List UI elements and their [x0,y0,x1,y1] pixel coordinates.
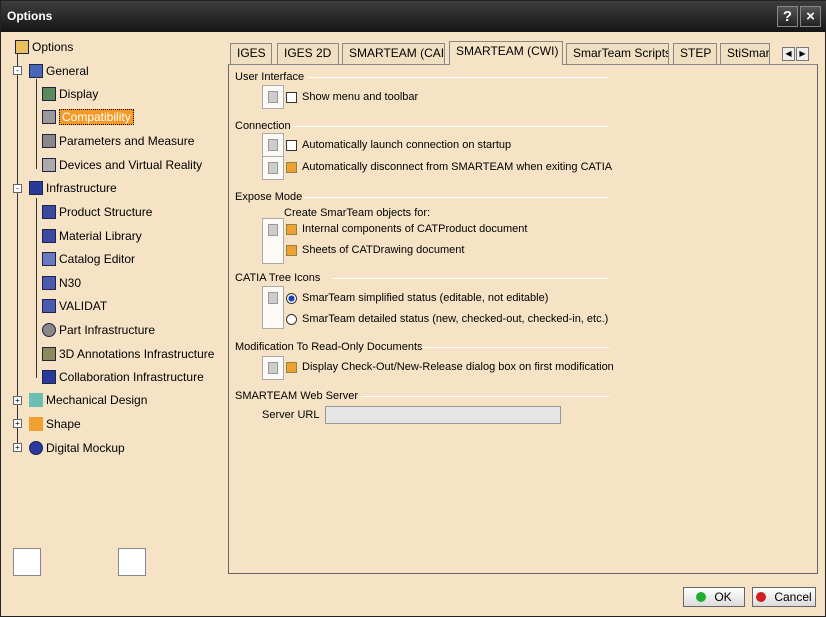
checkbox[interactable] [286,91,297,103]
tree-item-parameters[interactable]: Parameters and Measure [42,132,194,150]
help-button[interactable]: ? [777,6,798,27]
tree-item-general[interactable]: General [29,62,89,80]
tab-panel: User Interface Show menu and toolbar Con… [228,64,818,574]
options-content: IGES IGES 2D SMARTEAM (CAI) SMARTEAM (CW… [228,38,818,574]
server-url-label: Server URL [262,409,320,421]
tree-item-3d-annotations[interactable]: 3D Annotations Infrastructure [42,345,214,363]
tree-item-display[interactable]: Display [42,85,98,103]
option-internal-components[interactable]: Internal components of CATProduct docume… [286,223,527,235]
expand-toggle-mechanical[interactable]: + [13,396,22,405]
gear-icon [42,323,56,337]
tab-iges-2d[interactable]: IGES 2D [277,43,339,64]
option-sheets[interactable]: Sheets of CATDrawing document [286,244,464,256]
devices-icon [42,158,56,172]
close-button[interactable]: × [800,6,821,27]
validat-icon [42,299,56,313]
checkbox[interactable] [286,139,297,151]
tree-item-infrastructure[interactable]: Infrastructure [29,179,117,197]
window-title: Options [7,9,53,23]
section-tree-icons-title: CATIA Tree Icons [235,272,321,284]
tab-smarteam-cai[interactable]: SMARTEAM (CAI) [342,43,445,64]
tree-item-compatibility[interactable]: Compatibility [42,108,134,126]
title-bar: Options ? × [1,1,826,32]
ok-button[interactable]: OK [683,587,745,607]
expand-toggle-shape[interactable]: + [13,419,22,428]
ok-icon [696,592,707,602]
display-icon [42,87,56,101]
lock-icon[interactable] [262,286,284,329]
server-url-input[interactable] [325,406,561,424]
options-dialog: Options ? × Options - General Display Co… [0,0,826,617]
section-web-server-title: SMARTEAM Web Server [235,390,359,402]
collapse-toggle-general[interactable]: - [13,66,22,75]
general-icon [29,64,43,78]
lock-icon[interactable] [262,85,284,109]
compatibility-icon [42,110,56,124]
option-auto-launch[interactable]: Automatically launch connection on start… [286,139,511,151]
digital-mockup-icon [29,441,43,455]
option-auto-disconnect[interactable]: Automatically disconnect from SMARTEAM w… [286,161,612,173]
export-options-icon[interactable] [118,548,146,576]
product-structure-icon [42,205,56,219]
checkbox-checked[interactable] [286,361,297,373]
tree-item-shape[interactable]: Shape [29,415,81,433]
tab-smarteam-scripts[interactable]: SmarTeam Scripts [566,43,669,64]
collaboration-icon [42,370,56,384]
tree-item-digital-mockup[interactable]: Digital Mockup [29,439,125,457]
tree-item-material-library[interactable]: Material Library [42,227,142,245]
expose-subtitle: Create SmarTeam objects for: [284,207,431,219]
radio-selected[interactable] [286,292,297,304]
option-checkout-dialog[interactable]: Display Check-Out/New-Release dialog box… [286,361,614,373]
section-expose-title: Expose Mode [235,191,303,203]
tree-item-product-structure[interactable]: Product Structure [42,203,152,221]
cancel-button[interactable]: Cancel [752,587,816,607]
infrastructure-icon [29,181,43,195]
lock-icon[interactable] [262,133,284,157]
shape-icon [29,417,43,431]
mechanical-design-icon [29,393,43,407]
collapse-toggle-infrastructure[interactable]: - [13,184,22,193]
section-user-interface-title: User Interface [235,71,305,83]
tree-item-catalog-editor[interactable]: Catalog Editor [42,250,135,268]
tab-iges[interactable]: IGES [230,43,272,64]
lock-icon[interactable] [262,356,284,380]
radio[interactable] [286,313,297,325]
parameters-icon [42,134,56,148]
tree-item-n30[interactable]: N30 [42,274,81,292]
annotations-icon [42,347,56,361]
tree-item-validat[interactable]: VALIDAT [42,297,107,315]
option-detailed-status[interactable]: SmarTeam detailed status (new, checked-o… [286,313,608,325]
tree-item-mechanical-design[interactable]: Mechanical Design [29,391,147,409]
lock-icon[interactable] [262,156,284,180]
tab-scroll-right-icon[interactable]: ▶ [796,47,809,61]
n30-icon [42,276,56,290]
option-show-menu[interactable]: Show menu and toolbar [286,91,418,103]
tab-smarteam-cwi[interactable]: SMARTEAM (CWI) [449,41,563,65]
checkbox-checked[interactable] [286,223,297,235]
tree-item-devices[interactable]: Devices and Virtual Reality [42,156,202,174]
tree-item-collaboration[interactable]: Collaboration Infrastructure [42,368,204,386]
checkbox-checked[interactable] [286,244,297,256]
options-tree: Options - General Display Compatibility … [5,35,221,545]
tree-root[interactable]: Options [15,38,73,56]
tree-item-part-infrastructure[interactable]: Part Infrastructure [42,321,155,339]
reset-options-icon[interactable] [13,548,41,576]
tab-scroll-left-icon[interactable]: ◀ [782,47,795,61]
lock-icon[interactable] [262,218,284,264]
tab-bar: IGES IGES 2D SMARTEAM (CAI) SMARTEAM (CW… [228,41,818,65]
tree-root-label: Options [32,40,74,54]
expand-toggle-digital-mockup[interactable]: + [13,443,22,452]
cancel-icon [756,592,767,602]
options-icon [15,40,29,54]
section-read-only-title: Modification To Read-Only Documents [235,341,423,353]
section-connection-title: Connection [235,120,291,132]
checkbox-checked[interactable] [286,161,297,173]
tab-stismartb[interactable]: StiSmartB [720,43,770,64]
tab-step[interactable]: STEP [673,43,717,64]
material-library-icon [42,229,56,243]
catalog-editor-icon [42,252,56,266]
option-simplified-status[interactable]: SmarTeam simplified status (editable, no… [286,292,548,304]
